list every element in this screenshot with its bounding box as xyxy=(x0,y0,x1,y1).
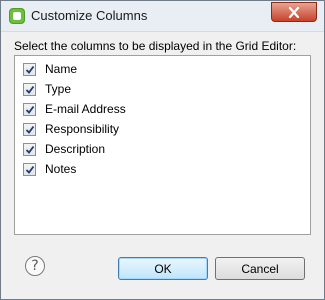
help-icon[interactable]: ? xyxy=(25,256,45,276)
item-label-email-address: E-mail Address xyxy=(45,102,126,116)
list-item-email-address[interactable]: E-mail Address xyxy=(23,100,126,118)
list-item-type[interactable]: Type xyxy=(23,80,71,98)
checkmark-icon xyxy=(25,165,35,174)
customize-columns-dialog: Customize Columns Select the columns to … xyxy=(0,0,325,300)
checkbox-notes[interactable] xyxy=(23,162,36,176)
app-icon xyxy=(9,8,25,24)
item-label-description: Description xyxy=(45,142,106,156)
ok-button[interactable]: OK xyxy=(118,257,208,280)
checkbox-email-address[interactable] xyxy=(23,102,36,116)
window-title: Customize Columns xyxy=(31,8,148,23)
checkmark-icon xyxy=(25,105,35,114)
close-button[interactable] xyxy=(271,2,317,22)
list-item-description[interactable]: Description xyxy=(23,140,105,158)
instruction-text: Select the columns to be displayed in th… xyxy=(14,39,297,53)
checkmark-icon xyxy=(25,145,35,154)
checkmark-icon xyxy=(25,65,35,74)
checkbox-type[interactable] xyxy=(23,82,36,96)
cancel-button[interactable]: Cancel xyxy=(215,257,305,280)
item-label-name: Name xyxy=(45,62,78,76)
checkmark-icon xyxy=(25,125,35,134)
checkbox-name[interactable] xyxy=(23,62,36,76)
item-label-responsibility: Responsibility xyxy=(45,122,120,136)
item-label-type: Type xyxy=(45,82,72,96)
list-item-name[interactable]: Name xyxy=(23,60,77,78)
checkbox-description[interactable] xyxy=(23,142,36,156)
item-label-notes: Notes xyxy=(45,162,77,176)
columns-list[interactable]: Name Type E-mail Address Responsibility … xyxy=(14,55,311,235)
checkmark-icon xyxy=(25,85,35,94)
title-bar[interactable]: Customize Columns xyxy=(1,1,324,32)
checkbox-responsibility[interactable] xyxy=(23,122,36,136)
close-icon xyxy=(288,6,300,18)
list-item-responsibility[interactable]: Responsibility xyxy=(23,120,119,138)
list-item-notes[interactable]: Notes xyxy=(23,160,76,178)
